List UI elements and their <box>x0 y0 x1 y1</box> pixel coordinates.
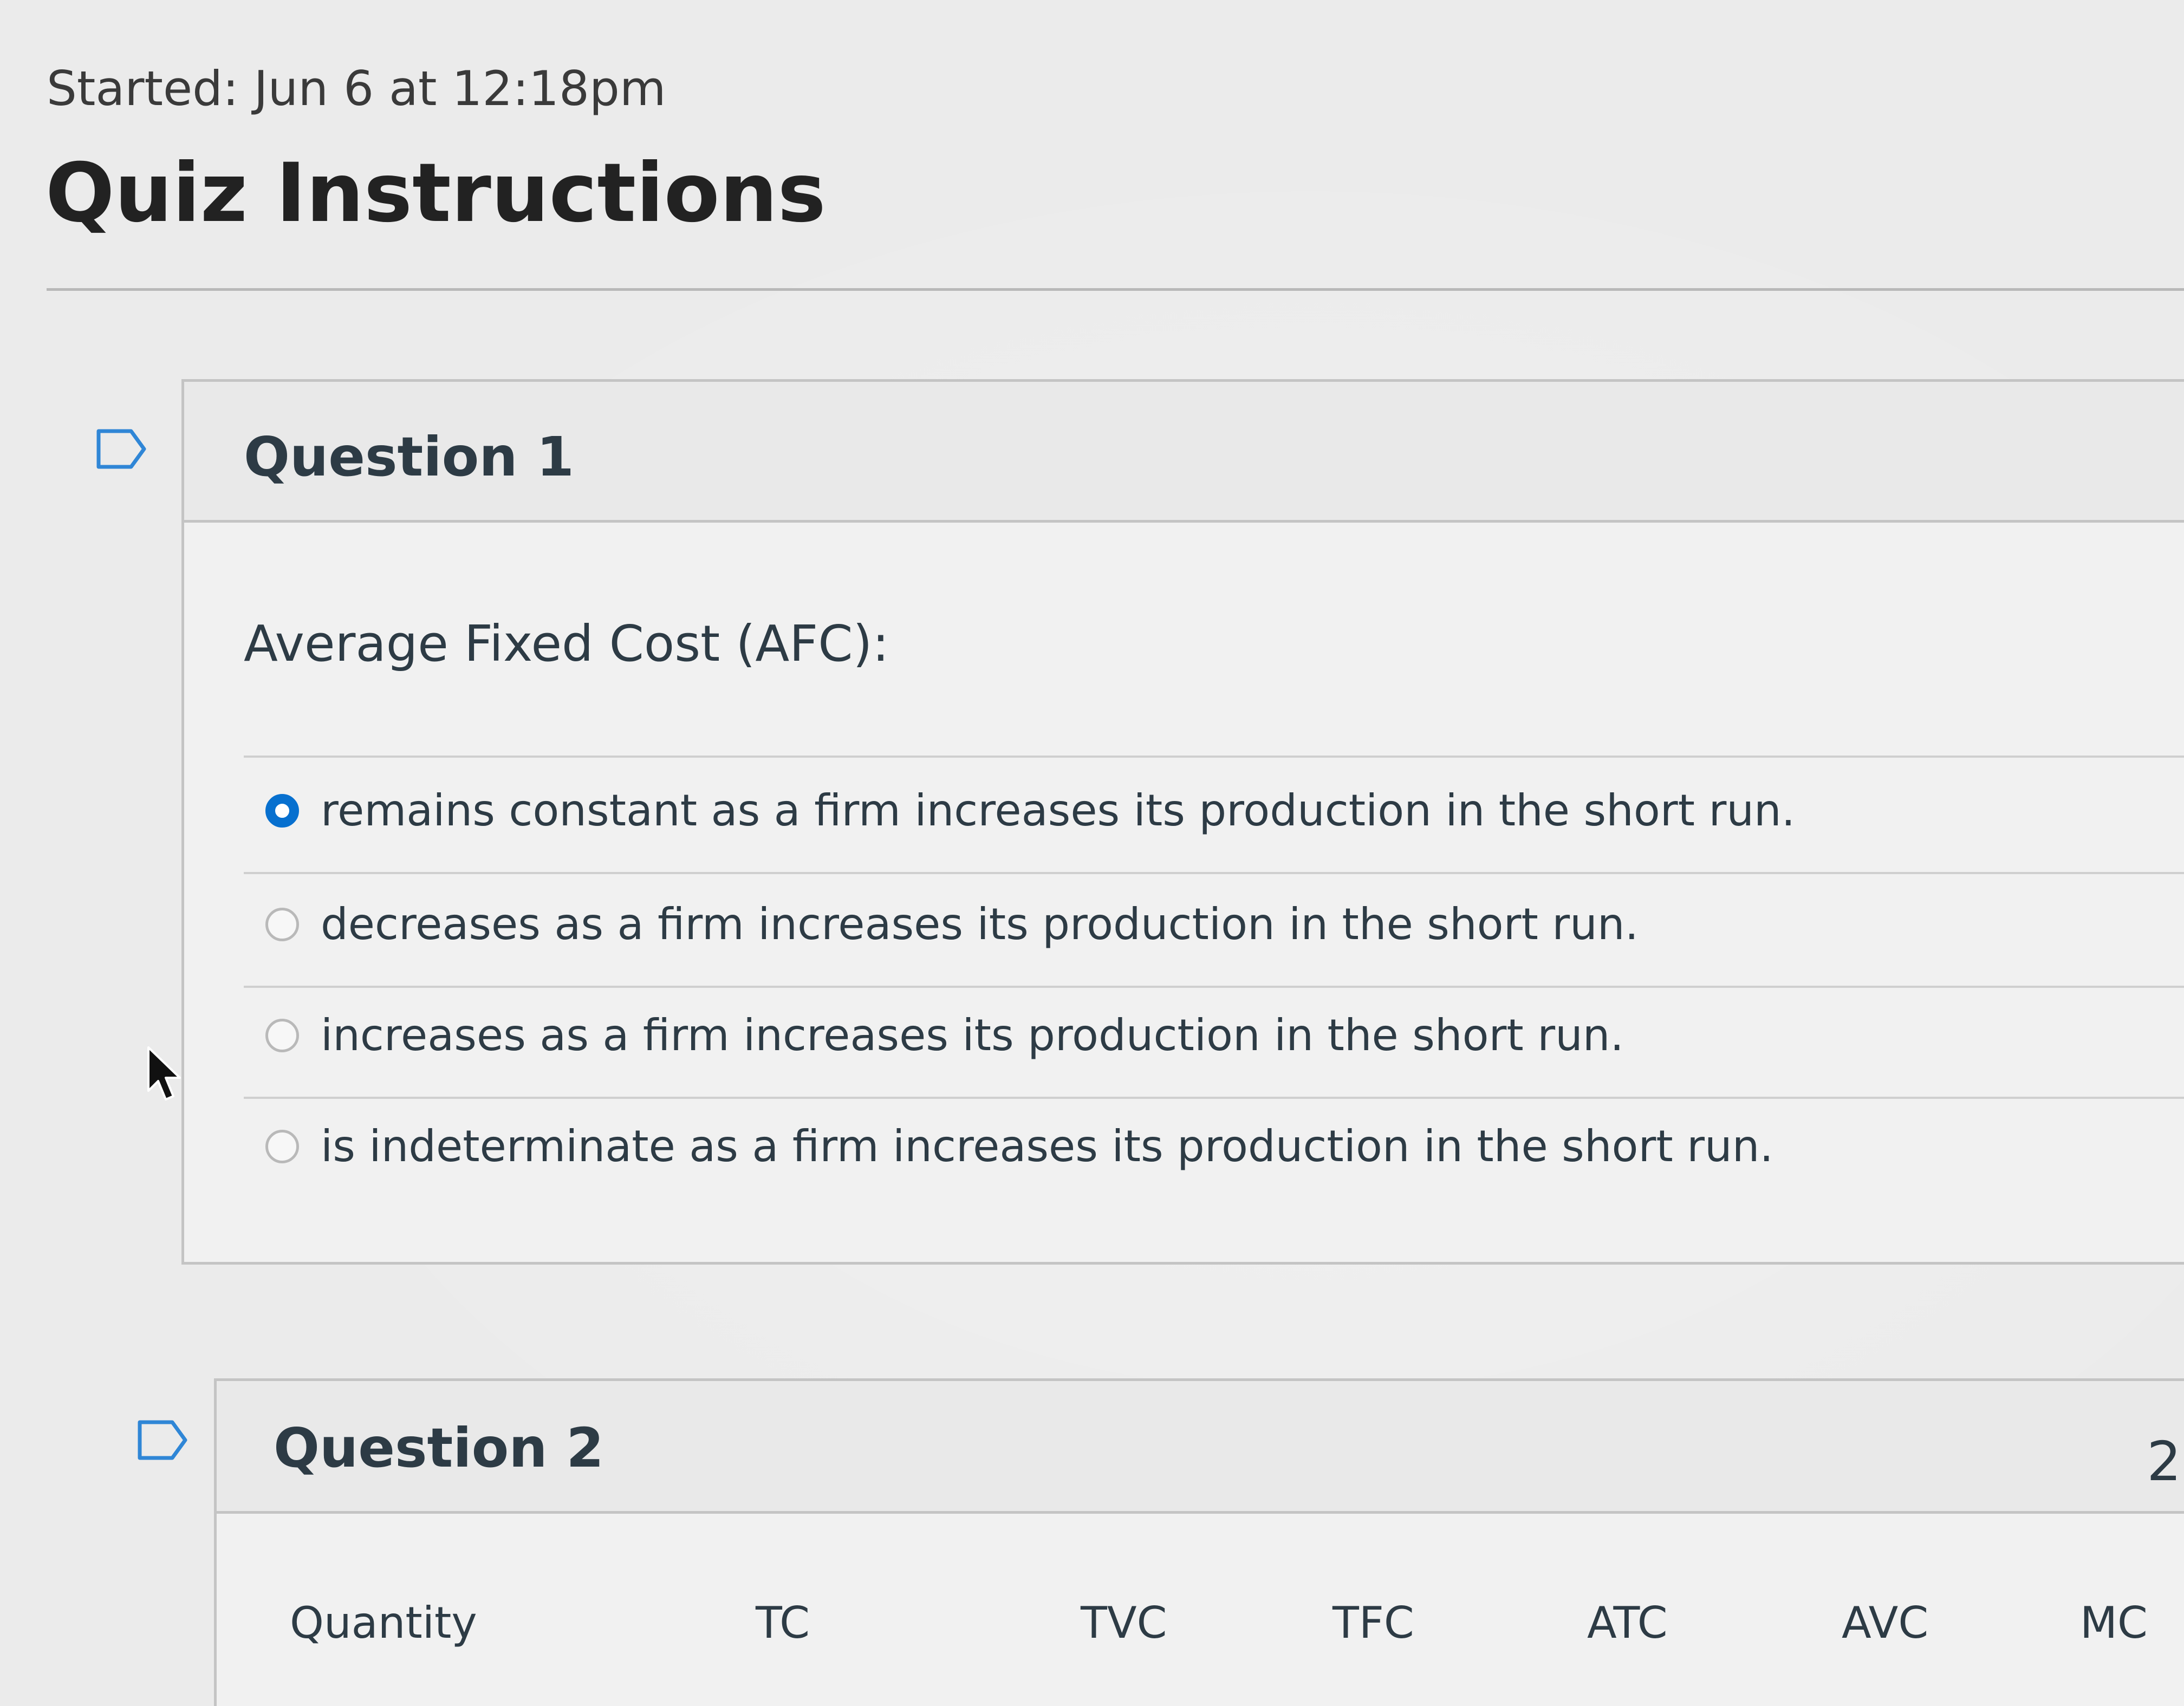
question-divider <box>244 756 2184 758</box>
question-text: Average Fixed Cost (AFC): <box>244 615 889 673</box>
mouse-pointer-icon <box>147 1046 181 1101</box>
answer-option-4[interactable]: is indeterminate as a firm increases its… <box>265 1121 1773 1171</box>
flag-question-icon[interactable] <box>136 1419 188 1461</box>
table-header-tfc: TFC <box>1332 1598 1414 1648</box>
answer-option-2[interactable]: decreases as a firm increases its produc… <box>265 899 1639 949</box>
answer-divider <box>244 986 2184 988</box>
question-header: Question 1 <box>184 382 2184 523</box>
question-title: Question 1 <box>244 425 574 489</box>
radio-button-selected[interactable] <box>265 793 299 828</box>
page-title: Quiz Instructions <box>46 146 826 240</box>
table-header-mc: MC <box>2080 1598 2148 1648</box>
flag-question-icon[interactable] <box>95 428 147 470</box>
answer-divider <box>244 1097 2184 1099</box>
table-header-quantity: Quantity <box>290 1598 477 1648</box>
table-header-atc: ATC <box>1587 1598 1668 1648</box>
radio-button[interactable] <box>265 1129 299 1163</box>
answer-label: decreases as a firm increases its produc… <box>321 899 1639 949</box>
table-header-avc: AVC <box>1842 1598 1929 1648</box>
question-2-card: Question 2 2 <box>214 1378 2184 1706</box>
answer-option-3[interactable]: increases as a firm increases its produc… <box>265 1010 1624 1060</box>
answer-label: remains constant as a firm increases its… <box>321 785 1796 836</box>
question-points: 2 <box>2147 1430 2181 1493</box>
radio-button[interactable] <box>265 907 299 941</box>
table-header-tc: TC <box>756 1598 810 1648</box>
answer-divider <box>244 872 2184 874</box>
table-header-tvc: TVC <box>1081 1598 1167 1648</box>
question-1-card: Question 1 Average Fixed Cost (AFC): rem… <box>181 379 2184 1265</box>
quiz-started-time: Started: Jun 6 at 12:18pm <box>47 61 666 116</box>
radio-button[interactable] <box>265 1018 299 1052</box>
answer-option-1[interactable]: remains constant as a firm increases its… <box>265 785 1795 836</box>
answer-label: increases as a firm increases its produc… <box>321 1010 1624 1060</box>
title-divider <box>47 288 2184 291</box>
question-title: Question 2 <box>274 1416 604 1480</box>
question-header: Question 2 2 <box>217 1381 2184 1514</box>
answer-label: is indeterminate as a firm increases its… <box>321 1121 1773 1171</box>
